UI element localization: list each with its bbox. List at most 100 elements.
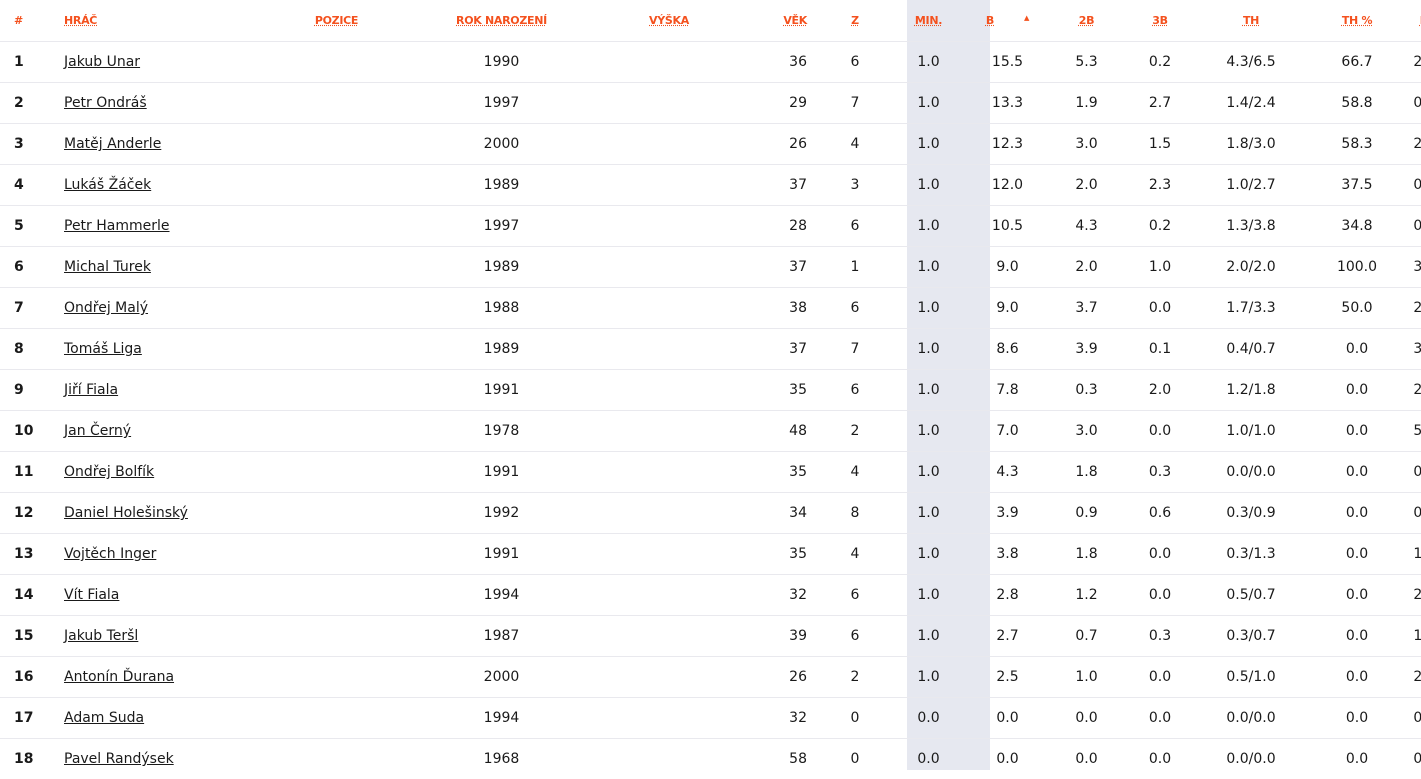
cell-free-throws: 0.4/0.7 [1196, 329, 1306, 370]
cell-points: 9.0 [966, 247, 1049, 288]
cell-rank: 12 [0, 493, 64, 534]
player-link[interactable]: Antonín Ďurana [64, 669, 174, 685]
header-free-throws[interactable]: TH [1196, 0, 1306, 42]
cell-two-pt: 1.9 [1049, 83, 1124, 124]
cell-minutes: 1.0 [891, 165, 966, 206]
table-row: 6 Michal Turek 1989 37 1 1.0 9.0 2.0 1.0… [0, 247, 1421, 288]
cell-player: Jakub Teršl [64, 616, 304, 657]
player-link[interactable]: Vojtěch Inger [64, 546, 156, 562]
cell-free-throw-pct: 0.0 [1306, 657, 1408, 698]
cell-three-pt: 0.0 [1124, 698, 1196, 739]
cell-player: Michal Turek [64, 247, 304, 288]
cell-age: 38 [704, 288, 819, 329]
cell-player: Matěj Anderle [64, 124, 304, 165]
player-link[interactable]: Tomáš Liga [64, 341, 142, 357]
cell-rank: 15 [0, 616, 64, 657]
cell-three-pt: 2.3 [1124, 165, 1196, 206]
header-birth-year[interactable]: ROK NAROZENÍ [369, 0, 634, 42]
header-points[interactable]: B▲ [966, 0, 1049, 42]
header-position[interactable]: POZICE [304, 0, 369, 42]
cell-games: 4 [819, 124, 891, 165]
cell-position [304, 370, 369, 411]
cell-minutes: 1.0 [891, 657, 966, 698]
header-fouls[interactable]: F. [1408, 0, 1421, 42]
cell-two-pt: 0.3 [1049, 370, 1124, 411]
player-link[interactable]: Pavel Randýsek [64, 751, 174, 767]
cell-three-pt: 1.5 [1124, 124, 1196, 165]
cell-free-throws: 1.3/3.8 [1196, 206, 1306, 247]
cell-age: 35 [704, 452, 819, 493]
cell-free-throw-pct: 0.0 [1306, 534, 1408, 575]
cell-points: 2.5 [966, 657, 1049, 698]
cell-birth-year: 1989 [369, 247, 634, 288]
cell-fouls: 0.8 [1408, 493, 1421, 534]
cell-rank: 11 [0, 452, 64, 493]
header-two-pt[interactable]: 2B [1049, 0, 1124, 42]
cell-free-throw-pct: 58.3 [1306, 124, 1408, 165]
player-link[interactable]: Vít Fiala [64, 587, 119, 603]
cell-birth-year: 1987 [369, 616, 634, 657]
cell-position [304, 616, 369, 657]
player-link[interactable]: Jakub Unar [64, 54, 140, 70]
cell-minutes: 0.0 [891, 698, 966, 739]
header-rank[interactable]: # [0, 0, 64, 42]
cell-fouls: 0.4 [1408, 83, 1421, 124]
cell-height [634, 739, 704, 779]
cell-points: 15.5 [966, 42, 1049, 83]
cell-birth-year: 1991 [369, 370, 634, 411]
header-free-throw-pct[interactable]: TH % [1306, 0, 1408, 42]
cell-minutes: 1.0 [891, 493, 966, 534]
header-minutes[interactable]: MIN. [891, 0, 966, 42]
player-link[interactable]: Michal Turek [64, 259, 151, 275]
cell-free-throw-pct: 0.0 [1306, 493, 1408, 534]
cell-three-pt: 2.7 [1124, 83, 1196, 124]
player-link[interactable]: Lukáš Žáček [64, 177, 151, 193]
cell-height [634, 329, 704, 370]
cell-points: 8.6 [966, 329, 1049, 370]
cell-rank: 4 [0, 165, 64, 206]
cell-player: Jiří Fiala [64, 370, 304, 411]
table-row: 2 Petr Ondráš 1997 29 7 1.0 13.3 1.9 2.7… [0, 83, 1421, 124]
player-link[interactable]: Adam Suda [64, 710, 144, 726]
header-height[interactable]: VÝŠKA [634, 0, 704, 42]
cell-points: 13.3 [966, 83, 1049, 124]
cell-points: 9.0 [966, 288, 1049, 329]
player-link[interactable]: Jan Černý [64, 423, 131, 439]
cell-player: Pavel Randýsek [64, 739, 304, 779]
player-stats-table: # HRÁČ POZICE ROK NAROZENÍ VÝŠKA VĚK Z M… [0, 0, 1421, 779]
player-link[interactable]: Jakub Teršl [64, 628, 138, 644]
cell-birth-year: 2000 [369, 657, 634, 698]
cell-three-pt: 0.0 [1124, 575, 1196, 616]
player-link[interactable]: Matěj Anderle [64, 136, 161, 152]
cell-age: 36 [704, 42, 819, 83]
cell-three-pt: 0.0 [1124, 288, 1196, 329]
cell-position [304, 83, 369, 124]
player-link[interactable]: Jiří Fiala [64, 382, 118, 398]
cell-minutes: 1.0 [891, 575, 966, 616]
cell-games: 0 [819, 739, 891, 779]
cell-two-pt: 4.3 [1049, 206, 1124, 247]
header-games[interactable]: Z [819, 0, 891, 42]
cell-height [634, 534, 704, 575]
cell-rank: 2 [0, 83, 64, 124]
cell-minutes: 0.0 [891, 739, 966, 779]
player-link[interactable]: Petr Hammerle [64, 218, 170, 234]
cell-age: 39 [704, 616, 819, 657]
header-player[interactable]: HRÁČ [64, 0, 304, 42]
player-link[interactable]: Ondřej Malý [64, 300, 148, 316]
cell-free-throws: 0.0/0.0 [1196, 698, 1306, 739]
cell-free-throw-pct: 100.0 [1306, 247, 1408, 288]
cell-free-throws: 4.3/6.5 [1196, 42, 1306, 83]
header-three-pt[interactable]: 3B [1124, 0, 1196, 42]
player-link[interactable]: Daniel Holešinský [64, 505, 188, 521]
cell-points: 12.3 [966, 124, 1049, 165]
header-age[interactable]: VĚK [704, 0, 819, 42]
cell-free-throws: 1.0/1.0 [1196, 411, 1306, 452]
player-link[interactable]: Ondřej Bolfík [64, 464, 154, 480]
table-row: 18 Pavel Randýsek 1968 58 0 0.0 0.0 0.0 … [0, 739, 1421, 779]
cell-games: 3 [819, 165, 891, 206]
player-link[interactable]: Petr Ondráš [64, 95, 147, 111]
cell-age: 26 [704, 124, 819, 165]
cell-fouls: 2.0 [1408, 575, 1421, 616]
table-row: 8 Tomáš Liga 1989 37 7 1.0 8.6 3.9 0.1 0… [0, 329, 1421, 370]
